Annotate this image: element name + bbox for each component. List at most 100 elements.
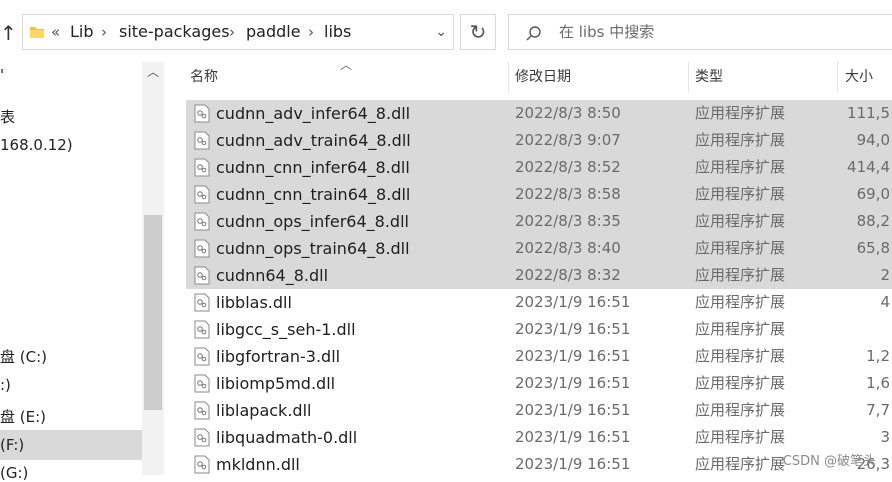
chevron-down-icon[interactable]: ⌄ <box>435 15 447 49</box>
file-name: liblapack.dll <box>216 401 312 420</box>
column-header-date[interactable]: 修改日期 <box>515 62 571 92</box>
file-date: 2023/1/9 16:51 <box>515 455 631 473</box>
file-row[interactable]: libiomp5md.dll 2023/1/9 16:51 应用程序扩展 1,6 <box>186 370 892 397</box>
file-row[interactable]: libgcc_s_seh-1.dll 2023/1/9 16:51 应用程序扩展 <box>186 316 892 343</box>
file-size: 65,8 <box>856 239 890 257</box>
file-row[interactable]: cudnn_adv_infer64_8.dll 2022/8/3 8:50 应用程序… <box>186 100 892 127</box>
file-date: 2022/8/3 8:32 <box>515 266 621 284</box>
file-size: 7,7 <box>866 401 890 419</box>
file-date: 2022/8/3 8:58 <box>515 185 621 203</box>
file-date: 2023/1/9 16:51 <box>515 347 631 365</box>
file-row[interactable]: cudnn64_8.dll 2022/8/3 8:32 应用程序扩展 2 <box>186 262 892 289</box>
search-icon <box>526 26 541 41</box>
file-date: 2023/1/9 16:51 <box>515 320 631 338</box>
address-overflow-chevron[interactable]: « <box>51 15 60 49</box>
file-date: 2023/1/9 16:51 <box>515 428 631 446</box>
file-name: cudnn_adv_infer64_8.dll <box>216 104 411 123</box>
file-type: 应用程序扩展 <box>695 428 786 446</box>
breadcrumb-lib[interactable]: Lib <box>70 15 94 49</box>
file-row[interactable]: cudnn_adv_train64_8.dll 2022/8/3 9:07 应用程序… <box>186 127 892 154</box>
nav-scrollbar[interactable]: ︿ <box>142 62 164 475</box>
refresh-icon[interactable]: ↻ <box>460 14 496 50</box>
nav-item[interactable]: ' <box>0 66 4 84</box>
dll-file-icon <box>194 158 210 177</box>
file-size: 2 <box>880 266 890 284</box>
file-size: 4 <box>880 293 890 311</box>
file-type: 应用程序扩展 <box>695 212 786 230</box>
file-row[interactable]: cudnn_ops_infer64_8.dll 2022/8/3 8:35 应用程序… <box>186 208 892 235</box>
nav-item[interactable]: 表 <box>0 106 15 127</box>
chevron-right-icon[interactable]: › <box>229 15 235 49</box>
file-type: 应用程序扩展 <box>695 293 786 311</box>
file-row[interactable]: libquadmath-0.dll 2023/1/9 16:51 应用程序扩展 3 <box>186 424 892 451</box>
file-size: 111,5 <box>847 104 890 122</box>
chevron-up-icon[interactable]: ︿ <box>142 62 164 82</box>
file-row[interactable]: cudnn_ops_train64_8.dll 2022/8/3 8:40 应用程序… <box>186 235 892 262</box>
navigation-pane: ' 表 168.0.12) 盘 (C:) :) 盘 (E:) (F:) (G:)… <box>0 62 164 482</box>
column-header-name[interactable]: 名称 <box>190 62 218 92</box>
dll-file-icon <box>194 185 210 204</box>
nav-item-network-host[interactable]: 168.0.12) <box>0 136 73 154</box>
file-row[interactable]: libgfortran-3.dll 2023/1/9 16:51 应用程序扩展 1,2 <box>186 343 892 370</box>
nav-scrollbar-thumb[interactable] <box>144 215 162 410</box>
watermark: CSDN @破笔头 <box>782 454 876 469</box>
file-size: 1,6 <box>866 374 890 392</box>
breadcrumb-libs[interactable]: libs <box>324 15 351 49</box>
dll-file-icon <box>194 374 210 393</box>
nav-item-drive-f[interactable]: (F:) <box>0 436 24 454</box>
file-date: 2022/8/3 8:35 <box>515 212 621 230</box>
dll-file-icon <box>194 266 210 285</box>
column-divider[interactable] <box>508 62 509 92</box>
breadcrumb-site-packages[interactable]: site-packages <box>119 15 230 49</box>
dll-file-icon <box>194 131 210 150</box>
file-type: 应用程序扩展 <box>695 374 786 392</box>
breadcrumb-paddle[interactable]: paddle <box>246 15 301 49</box>
column-divider[interactable] <box>688 62 689 92</box>
dll-file-icon <box>194 212 210 231</box>
file-type: 应用程序扩展 <box>695 131 786 149</box>
dll-file-icon <box>194 401 210 420</box>
file-size: 94,0 <box>856 131 890 149</box>
file-type: 应用程序扩展 <box>695 239 786 257</box>
column-divider[interactable] <box>837 62 838 92</box>
search-input[interactable]: 在 libs 中搜索 <box>559 15 654 49</box>
file-date: 2022/8/3 9:07 <box>515 131 621 149</box>
column-header-size[interactable]: 大小 <box>845 62 873 92</box>
file-row[interactable]: libblas.dll 2023/1/9 16:51 应用程序扩展 4 <box>186 289 892 316</box>
nav-item-drive-g[interactable]: (G:) <box>0 464 28 482</box>
file-type: 应用程序扩展 <box>695 104 786 122</box>
address-bar[interactable]: « Lib › site-packages › paddle › libs ⌄ <box>22 14 454 50</box>
file-row[interactable]: cudnn_cnn_train64_8.dll 2022/8/3 8:58 应用程序… <box>186 181 892 208</box>
column-header-type[interactable]: 类型 <box>695 62 723 92</box>
file-name: cudnn_adv_train64_8.dll <box>216 131 411 150</box>
file-row[interactable]: liblapack.dll 2023/1/9 16:51 应用程序扩展 7,7 <box>186 397 892 424</box>
file-name: mkldnn.dll <box>216 455 300 474</box>
search-box[interactable]: 在 libs 中搜索 <box>508 14 892 50</box>
file-date: 2022/8/3 8:40 <box>515 239 621 257</box>
dll-file-icon <box>194 347 210 366</box>
file-date: 2022/8/3 8:50 <box>515 104 621 122</box>
file-date: 2023/1/9 16:51 <box>515 401 631 419</box>
up-arrow-icon[interactable]: ↑ <box>0 18 17 48</box>
file-name: cudnn64_8.dll <box>216 266 329 285</box>
file-name: cudnn_cnn_infer64_8.dll <box>216 158 410 177</box>
sort-ascending-icon: ︿ <box>340 58 353 72</box>
file-type: 应用程序扩展 <box>695 158 786 176</box>
file-row[interactable]: cudnn_cnn_infer64_8.dll 2022/8/3 8:52 应用程序… <box>186 154 892 181</box>
file-size: 69,0 <box>856 185 890 203</box>
file-name: libiomp5md.dll <box>216 374 336 393</box>
dll-file-icon <box>194 320 210 339</box>
dll-file-icon <box>194 455 210 474</box>
file-type: 应用程序扩展 <box>695 455 786 473</box>
chevron-right-icon[interactable]: › <box>308 15 314 49</box>
file-type: 应用程序扩展 <box>695 266 786 284</box>
chevron-right-icon[interactable]: › <box>101 15 107 49</box>
file-size <box>838 316 890 343</box>
file-size: 414,4 <box>847 158 890 176</box>
nav-item-drive-d[interactable]: :) <box>0 376 11 394</box>
nav-item-drive-e[interactable]: 盘 (E:) <box>0 406 46 427</box>
file-type: 应用程序扩展 <box>695 185 786 203</box>
file-name: cudnn_ops_train64_8.dll <box>216 239 410 258</box>
nav-item-drive-c[interactable]: 盘 (C:) <box>0 346 47 367</box>
file-list: ︿ 名称 修改日期 类型 大小 cudnn_adv_infer64_8.dll 2… <box>164 58 892 475</box>
